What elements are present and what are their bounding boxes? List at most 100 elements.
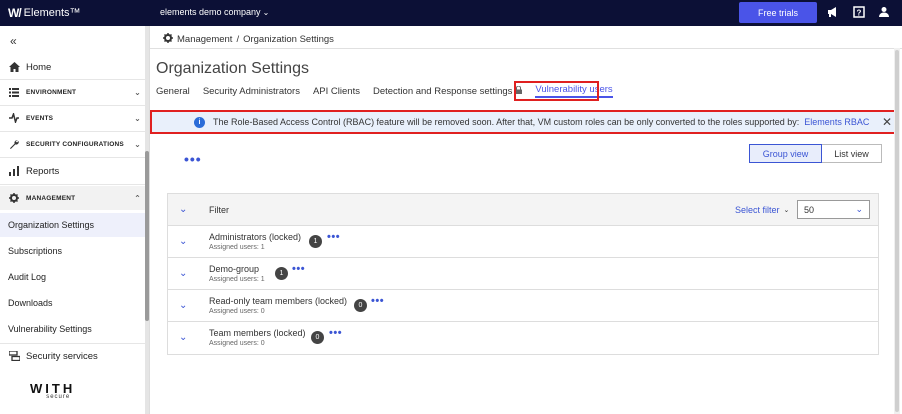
sidebar-section-label: MANAGEMENT (26, 194, 76, 202)
tab-security-administrators[interactable]: Security Administrators (203, 84, 300, 98)
row-more-icon[interactable]: ••• (329, 327, 342, 339)
group-assigned-users: Assigned users: 0 (209, 340, 265, 347)
sidebar-item-security-services[interactable]: Security services (0, 347, 145, 365)
group-assigned-users: Assigned users: 1 (209, 276, 265, 283)
sidebar-item-downloads[interactable]: Downloads (0, 291, 145, 315)
table-row[interactable]: ⌄ Administrators (locked) Assigned users… (168, 226, 878, 258)
sidebar-section-security-configurations[interactable]: SECURITY CONFIGURATIONS ⌄ (0, 135, 145, 153)
banner-text: The Role-Based Access Control (RBAC) fea… (213, 117, 800, 127)
services-icon (8, 350, 20, 362)
sidebar-item-home[interactable]: Home (0, 57, 145, 77)
sidebar-item-label: Audit Log (8, 272, 47, 282)
groups-table: ⌄ Filter Select filter ⌄ 50 ⌄ ⌄ Administ… (167, 193, 879, 355)
list-icon (8, 86, 20, 98)
divider (0, 105, 145, 106)
row-more-icon[interactable]: ••• (371, 295, 384, 307)
table-row[interactable]: ⌄ Demo-group Assigned users: 1 1 ••• (168, 258, 878, 290)
breadcrumb-current: Organization Settings (243, 34, 334, 45)
table-row[interactable]: ⌄ Team members (locked) Assigned users: … (168, 322, 878, 354)
elements-logo[interactable]: W/ Elements™ (8, 6, 81, 20)
chevron-down-icon: ⌄ (262, 7, 270, 17)
chevron-down-icon[interactable]: ⌄ (179, 300, 187, 311)
sidebar-section-events[interactable]: EVENTS ⌄ (0, 109, 145, 127)
tab-api-clients[interactable]: API Clients (313, 84, 360, 98)
chevron-down-icon: ⌄ (783, 207, 790, 214)
chevron-down-icon[interactable]: ⌄ (179, 204, 187, 215)
info-icon: i (194, 116, 205, 128)
sidebar-item-label: Home (26, 61, 52, 73)
chevron-down-icon[interactable]: ⌄ (179, 268, 187, 279)
sidebar-item-reports[interactable]: Reports (0, 162, 145, 180)
page-size-select[interactable]: 50 ⌄ (797, 200, 870, 219)
main-scrollbar[interactable] (894, 48, 900, 414)
select-filter-label: Select filter (735, 205, 780, 215)
user-count-badge: 0 (311, 331, 324, 344)
withsecure-mark-icon: W/ (8, 6, 22, 20)
chevron-down-icon[interactable]: ⌄ (179, 236, 187, 247)
group-name: Demo-group (209, 264, 260, 274)
free-trials-button[interactable]: Free trials (739, 2, 817, 23)
sidebar-scrollbar[interactable] (145, 26, 149, 414)
filter-row: ⌄ Filter Select filter ⌄ 50 ⌄ (168, 194, 878, 226)
sidebar-section-management[interactable]: MANAGEMENT ⌃ (0, 186, 145, 210)
breadcrumb-separator: / (236, 34, 240, 45)
filter-label: Filter (209, 205, 229, 215)
row-more-icon[interactable]: ••• (327, 231, 340, 243)
group-name: Team members (locked) (209, 328, 306, 338)
gear-icon (8, 192, 20, 204)
scrollbar-thumb[interactable] (895, 50, 899, 412)
sidebar-item-label: Organization Settings (8, 220, 95, 230)
chevron-down-icon: ⌄ (855, 204, 863, 214)
group-name: Read-only team members (locked) (209, 296, 348, 306)
company-name: elements demo company (160, 7, 261, 17)
bar-chart-icon (8, 165, 20, 177)
user-count-badge: 1 (309, 235, 322, 248)
divider (0, 157, 145, 158)
company-selector[interactable]: elements demo company ⌄ (160, 7, 269, 17)
sidebar-item-vulnerability-settings[interactable]: Vulnerability Settings (0, 317, 145, 341)
gear-icon (163, 33, 173, 46)
withsecure-logo: WITH secure (30, 381, 75, 400)
megaphone-icon[interactable] (826, 5, 840, 19)
tab-detection-and-response-settings[interactable]: Detection and Response settings (372, 84, 523, 98)
sidebar-item-label: Security services (26, 350, 98, 362)
rbac-notice-banner: i The Role-Based Access Control (RBAC) f… (150, 110, 898, 134)
sidebar-item-audit-log[interactable]: Audit Log (0, 265, 145, 289)
group-view-button[interactable]: Group view (749, 144, 822, 163)
sidebar-section-label: EVENTS (26, 114, 54, 122)
divider (0, 184, 145, 185)
breadcrumb: Management / Organization Settings (163, 33, 334, 46)
sidebar-section-label: ENVIRONMENT (26, 88, 77, 96)
divider (0, 131, 145, 132)
table-row[interactable]: ⌄ Read-only team members (locked) Assign… (168, 290, 878, 322)
tab-general[interactable]: General (156, 84, 190, 98)
wrench-icon (8, 138, 20, 150)
sidebar-section-environment[interactable]: ENVIRONMENT ⌄ (0, 83, 145, 101)
group-assigned-users: Assigned users: 1 (209, 244, 265, 251)
list-view-button[interactable]: List view (822, 144, 882, 163)
collapse-sidebar-icon[interactable]: « (10, 34, 17, 48)
help-icon[interactable]: ? (852, 5, 866, 19)
page-title: Organization Settings (156, 60, 309, 77)
scrollbar-thumb[interactable] (145, 151, 149, 321)
chevron-down-icon[interactable]: ⌄ (179, 332, 187, 343)
select-filter-dropdown[interactable]: Select filter ⌄ (735, 205, 789, 215)
page-size-value: 50 (804, 204, 815, 215)
tab-label: Detection and Response settings (372, 85, 513, 97)
user-icon[interactable] (877, 5, 891, 19)
elements-rbac-link[interactable]: Elements RBAC (804, 117, 869, 127)
sidebar-item-subscriptions[interactable]: Subscriptions (0, 239, 145, 263)
top-bar: W/ Elements™ elements demo company ⌄ Fre… (0, 0, 902, 26)
sidebar-section-label: SECURITY CONFIGURATIONS (26, 140, 124, 148)
tab-highlight-box (514, 81, 599, 101)
sidebar-item-organization-settings[interactable]: Organization Settings (0, 213, 145, 237)
view-toggle: Group view List view (749, 144, 882, 163)
divider (150, 48, 902, 49)
row-more-icon[interactable]: ••• (292, 263, 305, 275)
breadcrumb-root[interactable]: Management (177, 34, 232, 45)
more-actions-icon[interactable]: ••• (184, 151, 202, 167)
sidebar-item-label: Reports (26, 165, 60, 177)
close-icon[interactable]: ✕ (882, 115, 892, 129)
home-icon (8, 61, 20, 73)
chevron-up-icon: ⌃ (134, 193, 141, 203)
